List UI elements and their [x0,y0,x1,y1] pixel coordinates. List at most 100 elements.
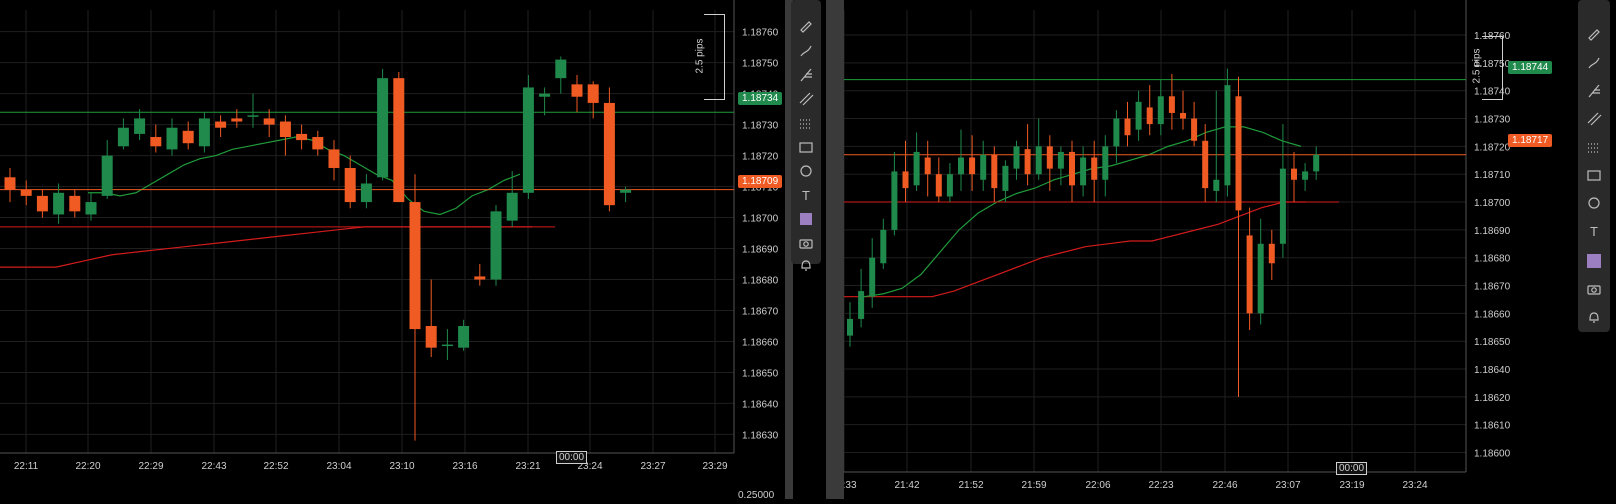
right-level-price-tag: 1.18744 [1508,61,1553,74]
dotted-lines-icon[interactable] [791,112,821,134]
fib-icon[interactable] [791,64,821,86]
candle-body [1102,146,1109,180]
candle-body [1135,101,1142,130]
candle-body [1124,118,1131,136]
left-chart-svg[interactable]: 1.187601.187501.187401.187301.187201.187… [0,0,785,499]
rectangle-icon[interactable] [1578,164,1610,186]
y-tick-label: 1.18600 [1474,449,1511,460]
candle-body [506,192,518,221]
candle-body [924,157,931,175]
candle-body [247,115,259,117]
candle-body [117,127,129,147]
left-current-price-tag: 1.18709 [738,175,783,188]
candle-body [522,87,534,193]
candle-body [1246,235,1253,314]
candle-body [1257,243,1264,314]
candle-body [1313,154,1320,172]
candle-body [1091,157,1098,180]
x-tick-label: 22:23 [1148,480,1173,491]
candle-body [1035,146,1042,175]
y-tick-label: 1.18650 [742,368,779,379]
fast-moving-average-line [88,136,521,216]
bell-icon[interactable] [791,254,821,276]
candle-body [393,78,405,203]
candle-body [20,189,32,196]
left-drawing-toolbar: T [791,0,821,271]
candle-body [409,202,421,330]
x-tick-label: 23:27 [640,461,665,472]
candle-body [166,127,178,150]
x-tick-label: 22:06 [1085,480,1110,491]
candle-body [935,174,942,197]
left-cursor-time-tag: 00:00 [556,451,588,464]
rectangle-icon[interactable] [791,136,821,158]
right-drawing-toolbar: T [1578,0,1610,332]
candle-body [946,174,953,197]
candle-body [328,149,340,168]
brush-icon[interactable] [1578,52,1610,74]
candle-body [279,121,291,138]
y-tick-label: 1.18690 [1474,226,1511,237]
x-tick-label: 22:43 [201,461,226,472]
right-chart-panel[interactable]: 1.18760 1.18750 1.18740 1.18730 1.18720 1.187… [831,0,1616,499]
candle-body [134,118,146,134]
brush-icon[interactable] [791,40,821,62]
camera-icon[interactable] [791,232,821,254]
candle-body [215,121,227,128]
y-tick-label: 1.18760 [742,28,779,39]
left-level-price-tag: 1.18734 [738,92,783,105]
candle-body [1157,96,1164,125]
x-tick-label: 23:07 [1275,480,1300,491]
slow-moving-average-line [844,201,1306,298]
left-range-bracket [704,14,725,100]
panel-gap [826,0,844,499]
candle-body [101,155,113,196]
text-tool-label: T [802,187,810,203]
y-tick-label: 1.18710 [1474,170,1511,181]
camera-icon[interactable] [1578,278,1610,300]
color-swatch-icon[interactable] [1578,250,1610,272]
y-tick-label: 1.18700 [742,214,779,225]
dotted-lines-icon[interactable] [1578,136,1610,158]
x-tick-label: 23:24 [1402,480,1427,491]
fib-icon[interactable] [1578,80,1610,102]
candle-body [587,84,599,103]
candle-body [1291,168,1297,180]
candle-body [1002,165,1009,191]
candle-body [377,78,389,178]
y-tick-label: 1.18670 [1474,282,1511,293]
candle-body [53,192,65,215]
candle-body [1146,107,1153,125]
candle-body [198,118,210,147]
candle-body [1069,151,1075,186]
y-tick-label: 1.18610 [1474,421,1511,432]
text-icon[interactable]: T [1578,220,1610,242]
candle-body [539,93,551,97]
y-tick-label: 1.18680 [1474,254,1511,265]
pen-icon[interactable] [1578,22,1610,44]
x-tick-label: 23:10 [389,461,414,472]
pen-icon[interactable] [791,14,821,36]
y-tick-label: 1.18720 [742,152,779,163]
x-tick-label: 22:52 [263,461,288,472]
bell-icon[interactable] [1578,306,1610,328]
left-range-label: 2.5 pips [694,38,706,74]
ellipse-icon[interactable] [1578,192,1610,214]
channel-icon[interactable] [1578,108,1610,130]
candle-body [858,291,865,319]
channel-icon[interactable] [791,88,821,110]
candle-body [231,118,243,122]
text-icon[interactable]: T [791,184,821,206]
candle-body [441,344,453,347]
x-tick-label: 23:19 [1339,480,1364,491]
y-tick-label: 1.18660 [1474,309,1511,320]
ellipse-icon[interactable] [791,160,821,182]
y-tick-label: 1.18650 [1474,337,1511,348]
candle-body [891,171,898,230]
candle-body [474,276,486,280]
left-chart-panel[interactable]: 1.187601.187501.187401.187301.187201.187… [0,0,785,501]
right-range-label: 2.5 pips [1471,48,1483,84]
color-swatch-icon[interactable] [791,208,821,230]
candle-body [1302,171,1309,180]
slow-moving-average-line [0,226,532,268]
